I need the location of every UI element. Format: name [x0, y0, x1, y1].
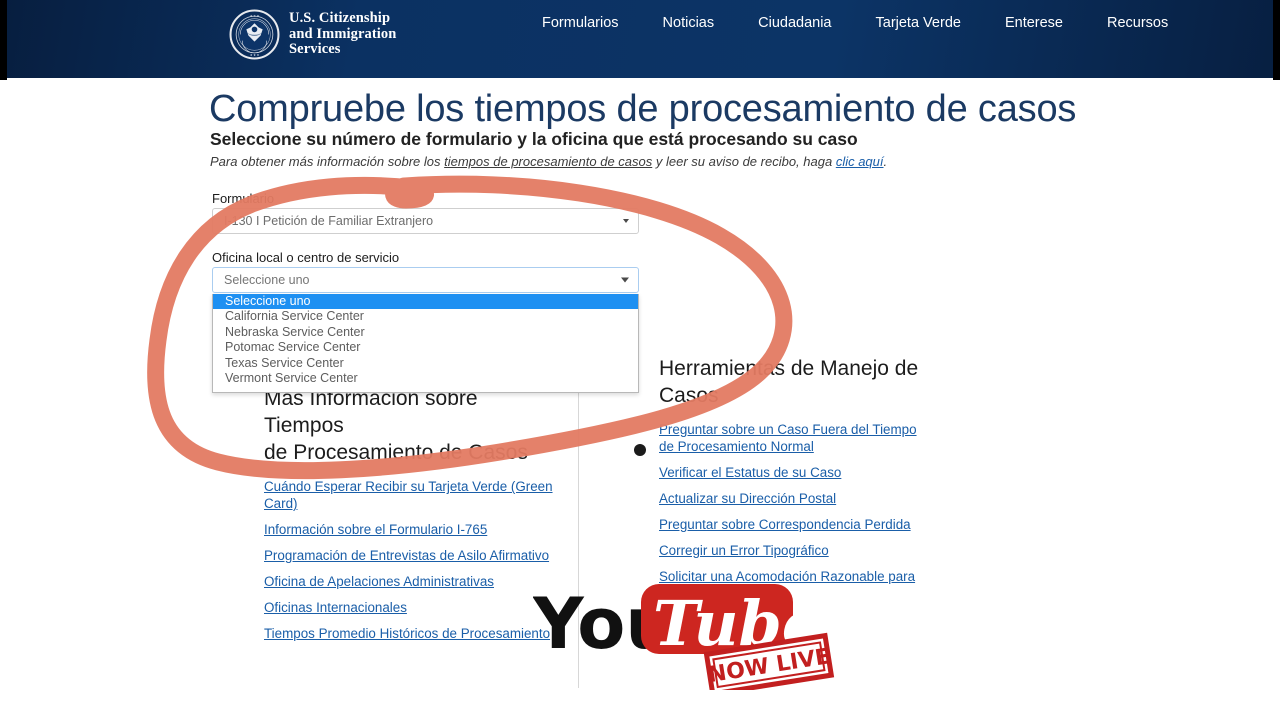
left-link-tiempos-historicos[interactable]: Tiempos Promedio Históricos de Procesami… — [264, 625, 554, 642]
left-heading-line2: de Procesamiento de Casos — [264, 441, 528, 464]
right-column-heading: Herramientas de Manejo de Casos — [659, 355, 929, 409]
office-select-value: Seleccione uno — [224, 273, 310, 287]
chevron-down-icon — [623, 219, 629, 223]
agency-name-line1: U.S. Citizenship — [289, 10, 391, 27]
right-heading-line2: Casos — [659, 384, 719, 407]
left-link-formulario-i765[interactable]: Información sobre el Formulario I-765 — [264, 521, 554, 538]
nav-item-formularios[interactable]: Formularios — [520, 14, 641, 32]
page-subtitle: Seleccione su número de formulario y la … — [210, 129, 858, 149]
right-link-actualizar-direccion[interactable]: Actualizar su Dirección Postal — [659, 490, 929, 507]
left-link-entrevistas-asilo[interactable]: Programación de Entrevistas de Asilo Afi… — [264, 547, 554, 564]
dropdown-option-texas[interactable]: Texas Service Center — [213, 356, 638, 371]
dropdown-option-potomac[interactable]: Potomac Service Center — [213, 340, 638, 355]
note-part1: Para obtener más información sobre los — [210, 154, 445, 169]
main-navigation: Formularios Noticias Ciudadania Tarjeta … — [520, 14, 1190, 32]
svg-text:★ ★ ★: ★ ★ ★ — [250, 53, 260, 57]
dropdown-option-california[interactable]: California Service Center — [213, 309, 638, 324]
dhs-seal-icon: ★ ★ ★ ★ ★ ★ — [229, 9, 280, 60]
dropdown-option-vermont[interactable]: Vermont Service Center — [213, 371, 638, 386]
bullet-icon — [634, 444, 646, 456]
left-column-heading: Más Información sobre Tiempos de Procesa… — [264, 385, 554, 466]
office-dropdown-list[interactable]: Seleccione uno California Service Center… — [212, 294, 639, 394]
left-link-oficinas-internacionales[interactable]: Oficinas Internacionales — [264, 599, 554, 616]
svg-text:★ ★ ★: ★ ★ ★ — [250, 14, 260, 18]
nav-item-tarjeta-verde[interactable]: Tarjeta Verde — [854, 14, 983, 32]
right-link-verificar-estatus[interactable]: Verificar el Estatus de su Caso — [659, 464, 929, 481]
note-part3: . — [883, 154, 888, 169]
letterbox-left — [0, 0, 7, 80]
browser-screenshot: ★ ★ ★ ★ ★ ★ U.S. Citizenship and Immigra… — [0, 0, 1280, 720]
page-title: Compruebe los tiempos de procesamiento d… — [209, 88, 1077, 130]
right-heading-line1: Herramientas de Manejo de — [659, 357, 919, 380]
form-select-label: Formulario — [212, 191, 275, 206]
right-link-caso-fuera-tiempo[interactable]: Preguntar sobre un Caso Fuera del Tiempo… — [659, 421, 929, 455]
site-header: ★ ★ ★ ★ ★ ★ U.S. Citizenship and Immigra… — [0, 0, 1280, 78]
chevron-down-icon — [621, 277, 629, 283]
dropdown-option-seleccione-uno[interactable]: Seleccione uno — [213, 294, 638, 310]
agency-name-line3: Services — [289, 41, 341, 58]
nav-item-noticias[interactable]: Noticias — [641, 14, 737, 32]
note-link-clic-aqui[interactable]: clic aquí — [836, 154, 884, 169]
youtube-now-live-watermark: You Tube NOW LIVE — [533, 583, 835, 690]
note-underlined-phrase: tiempos de procesamiento de casos — [444, 154, 653, 169]
dropdown-option-nebraska[interactable]: Nebraska Service Center — [213, 325, 638, 340]
nav-item-recursos[interactable]: Recursos — [1085, 14, 1190, 32]
left-link-apelaciones-administrativas[interactable]: Oficina de Apelaciones Administrativas — [264, 573, 554, 590]
note-part2: y leer su aviso de recibo, haga — [652, 154, 836, 169]
right-link-error-tipografico[interactable]: Corregir un Error Tipográfico — [659, 542, 929, 559]
office-select[interactable]: Seleccione uno — [212, 267, 639, 293]
office-select-label: Oficina local o centro de servicio — [212, 250, 400, 265]
right-link-correspondencia-perdida[interactable]: Preguntar sobre Correspondencia Perdida — [659, 516, 929, 533]
uscis-brand[interactable]: ★ ★ ★ ★ ★ ★ U.S. Citizenship and Immigra… — [229, 9, 396, 60]
letterbox-right — [1273, 0, 1280, 80]
page-note: Para obtener más información sobre los t… — [210, 154, 887, 169]
dropdown-padding — [213, 386, 638, 392]
form-select[interactable]: I-130 I Petición de Familiar Extranjero — [212, 208, 639, 234]
nav-item-enterese[interactable]: Enterese — [983, 14, 1085, 32]
left-link-tarjeta-verde[interactable]: Cuándo Esperar Recibir su Tarjeta Verde … — [264, 478, 554, 512]
nav-item-ciudadania[interactable]: Ciudadania — [736, 14, 853, 32]
form-select-value: I-130 I Petición de Familiar Extranjero — [224, 214, 434, 228]
left-column: Más Información sobre Tiempos de Procesa… — [264, 385, 554, 651]
agency-name-line2: and Immigration — [289, 25, 397, 42]
agency-name: U.S. Citizenship and Immigration Service… — [289, 11, 396, 58]
